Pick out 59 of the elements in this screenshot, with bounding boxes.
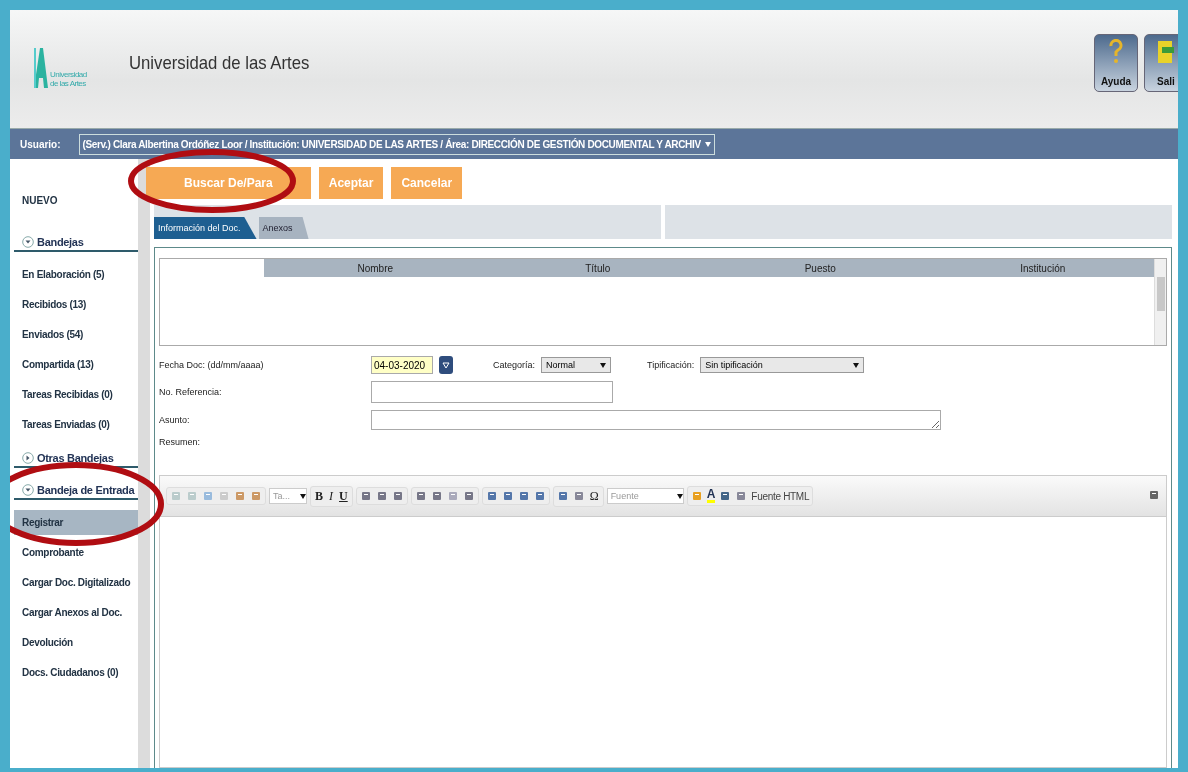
subject-field[interactable] <box>371 410 941 430</box>
section-title[interactable]: Otras Bandejas <box>37 452 114 464</box>
italic-button[interactable]: I <box>328 488 335 504</box>
sidebar-item[interactable]: Recibidos (13) <box>14 292 138 317</box>
category-select[interactable]: Normal <box>541 357 612 373</box>
dropdown-arrow-icon <box>600 362 607 368</box>
calendar-button[interactable] <box>439 356 453 374</box>
sidebar-item[interactable]: Registrar <box>14 510 138 535</box>
sidebar-item[interactable]: Enviados (54) <box>14 322 138 347</box>
exit-door-icon <box>1156 39 1176 65</box>
dropdown-arrow-icon <box>300 493 306 499</box>
sidebar-item[interactable]: Tareas Enviadas (0) <box>14 412 138 437</box>
user-label: Usuario: <box>20 138 61 150</box>
help-button[interactable]: Ayuda <box>1094 34 1138 92</box>
underline-button[interactable]: U <box>338 488 349 504</box>
dropdown-arrow-icon <box>853 362 860 368</box>
user-select[interactable]: (Serv.) Clara Albertina Ordóñez Loor / Institución: UNIVERSIDAD DE LAS ARTES / Área: DIRECCIÓN DE GESTIÓN DOCUMENTAL Y ARCHIV <box>78 133 715 155</box>
bold-button[interactable]: B <box>314 488 325 504</box>
special-character-button[interactable]: Ω <box>588 488 600 504</box>
expand-right-icon[interactable] <box>22 452 34 464</box>
caret-down-icon <box>442 361 450 369</box>
column-header: Institución <box>931 259 1154 277</box>
sidebar-item[interactable]: Compartida (13) <box>14 352 138 377</box>
expand-down-icon[interactable] <box>22 484 34 496</box>
field-label: No. Referencia: <box>159 387 223 397</box>
section-title[interactable]: Bandejas <box>37 236 84 248</box>
type-select[interactable]: Sin tipificación <box>700 357 865 373</box>
sidebar-item[interactable]: Comprobante <box>14 540 138 565</box>
field-label: Fecha Doc: (dd/mm/aaaa) <box>159 360 265 370</box>
dropdown-arrow-icon <box>676 493 683 499</box>
exit-button[interactable]: Sali <box>1144 34 1178 92</box>
expand-down-icon[interactable] <box>22 236 34 248</box>
sidebar-item[interactable]: Cargar Doc. Digitalizado <box>14 570 138 595</box>
sidebar-item[interactable]: Tareas Recibidas (0) <box>14 382 138 407</box>
html-source-button[interactable]: Fuente HTML <box>751 490 810 502</box>
university-logo: Universidad de las Artes <box>34 48 87 88</box>
date-field[interactable]: 04-03-2020 <box>371 356 433 374</box>
sidebar-item[interactable]: Devolución <box>14 630 138 655</box>
reference-field[interactable] <box>371 381 613 403</box>
column-header: Nombre <box>264 259 487 277</box>
column-header: Título <box>486 259 709 277</box>
app-title: Universidad de las Artes <box>128 52 310 74</box>
field-label: Asunto: <box>159 415 191 425</box>
sidebar-item[interactable]: Cargar Anexos al Doc. <box>14 600 138 625</box>
tab[interactable]: Anexos <box>258 217 309 239</box>
section-title[interactable]: Bandeja de Entrada <box>37 484 135 496</box>
field-label: Categoría: <box>493 360 536 370</box>
scrollbar[interactable] <box>1154 259 1166 345</box>
text-editor[interactable]: Ta... B I U Ω Fuente A Fuente HTML <box>159 475 1167 768</box>
sidebar-item[interactable]: Docs. Ciudadanos (0) <box>14 660 138 685</box>
field-label: Resumen: <box>159 437 202 447</box>
field-label: Tipificación: <box>647 360 695 370</box>
sidebar-item[interactable]: En Elaboración (5) <box>14 262 138 287</box>
dropdown-arrow-icon <box>704 141 711 147</box>
question-mark-icon <box>1109 39 1123 65</box>
tab[interactable]: Información del Doc. <box>154 217 257 239</box>
new-link[interactable]: NUEVO <box>22 195 138 206</box>
highlight-button[interactable]: A <box>706 489 716 503</box>
column-header: Puesto <box>709 259 932 277</box>
